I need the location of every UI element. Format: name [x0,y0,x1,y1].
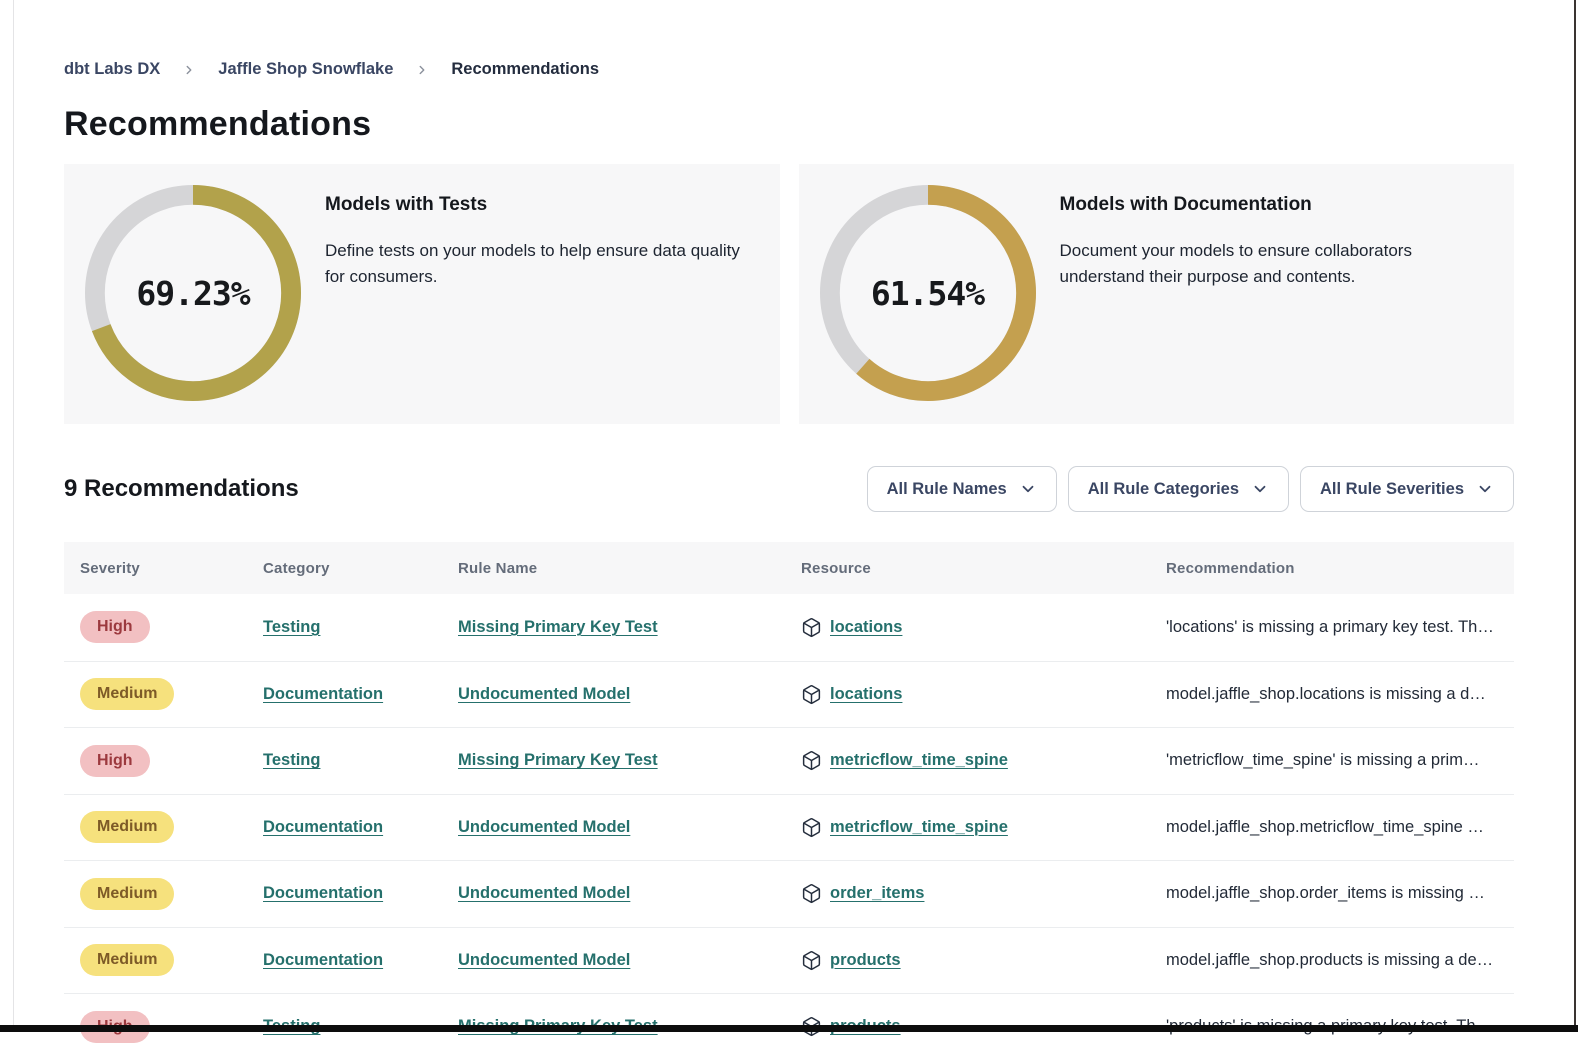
model-cube-icon [801,750,822,771]
filter-buttons: All Rule Names All Rule Categories All R… [867,466,1514,512]
filter-dropdown[interactable]: All Rule Categories [1068,466,1289,512]
category-link[interactable]: Documentation [263,818,383,836]
resource-link[interactable]: metricflow_time_spine [830,818,1008,837]
severity-badge: High [80,611,150,643]
model-cube-icon [801,950,822,971]
recommendations-table: Severity Category Rule Name Resource Rec… [64,542,1514,1060]
severity-badge: Medium [80,678,174,710]
severity-badge: High [80,745,150,777]
rule-name-link[interactable]: Missing Primary Key Test [458,618,658,636]
category-link[interactable]: Testing [263,618,320,636]
breadcrumb-item-project[interactable]: Jaffle Shop Snowflake [218,60,393,79]
chevron-down-icon [1019,480,1037,498]
rule-name-link[interactable]: Undocumented Model [458,884,630,902]
chevron-down-icon [1251,480,1269,498]
card-description: Define tests on your models to help ensu… [325,238,756,291]
table-header-row: Severity Category Rule Name Resource Rec… [64,542,1514,594]
model-cube-icon [801,617,822,638]
resource-link[interactable]: products [830,951,901,970]
column-header-category: Category [247,560,442,577]
chevron-down-icon [1476,480,1494,498]
rule-name-link[interactable]: Missing Primary Key Test [458,751,658,769]
chevron-right-icon [182,63,196,77]
card-description: Document your models to ensure collabora… [1060,238,1491,291]
filter-label: All Rule Categories [1088,480,1239,499]
resource-link[interactable]: locations [830,618,902,637]
filter-dropdown[interactable]: All Rule Names [867,466,1057,512]
table-row: High Testing Missing Primary Key Test lo… [64,594,1514,661]
category-link[interactable]: Documentation [263,685,383,703]
models-with-documentation-card: 61.54% Models with Documentation Documen… [799,164,1515,424]
documentation-percent-value: 61.54% [819,184,1037,402]
tests-percent-value: 69.23% [84,184,302,402]
card-title: Models with Tests [325,194,756,216]
table-row: Medium Documentation Undocumented Model … [64,794,1514,861]
category-link[interactable]: Documentation [263,884,383,902]
table-row: High Testing Missing Primary Key Test me… [64,727,1514,794]
recommendation-text: model.jaffle_shop.products is missing a … [1150,951,1514,970]
severity-badge: Medium [80,944,174,976]
table-row: Medium Documentation Undocumented Model … [64,661,1514,728]
category-link[interactable]: Documentation [263,951,383,969]
recommendation-text: 'metricflow_time_spine' is missing a pri… [1150,751,1514,770]
breadcrumb-item-current: Recommendations [451,60,599,79]
recommendation-text: model.jaffle_shop.order_items is missing… [1150,884,1514,903]
severity-badge: Medium [80,811,174,843]
window-right-border [1574,0,1576,1032]
main-content: dbt Labs DX Jaffle Shop Snowflake Recomm… [64,0,1514,1060]
filter-dropdown[interactable]: All Rule Severities [1300,466,1514,512]
rule-name-link[interactable]: Undocumented Model [458,818,630,836]
recommendation-text: model.jaffle_shop.metricflow_time_spine … [1150,818,1514,837]
model-cube-icon [801,684,822,705]
tests-donut-chart: 69.23% [84,184,302,402]
chevron-right-icon [415,63,429,77]
filter-label: All Rule Severities [1320,480,1464,499]
card-title: Models with Documentation [1060,194,1491,216]
rule-name-link[interactable]: Undocumented Model [458,951,630,969]
column-header-rule-name: Rule Name [442,560,785,577]
window-bottom-edge [0,1025,1578,1032]
resource-link[interactable]: locations [830,685,902,704]
resource-link[interactable]: order_items [830,884,924,903]
documentation-donut-chart: 61.54% [819,184,1037,402]
table-row: Medium Documentation Undocumented Model … [64,860,1514,927]
column-header-recommendation: Recommendation [1150,560,1514,577]
resource-link[interactable]: metricflow_time_spine [830,751,1008,770]
model-cube-icon [801,883,822,904]
recommendations-count: 9 Recommendations [64,475,299,503]
column-header-resource: Resource [785,560,1150,577]
models-with-tests-card: 69.23% Models with Tests Define tests on… [64,164,780,424]
recommendation-text: model.jaffle_shop.locations is missing a… [1150,685,1514,704]
category-link[interactable]: Testing [263,751,320,769]
page-title: Recommendations [64,105,1514,144]
rule-name-link[interactable]: Undocumented Model [458,685,630,703]
column-header-severity: Severity [64,560,247,577]
metric-cards: 69.23% Models with Tests Define tests on… [64,164,1514,424]
severity-badge: Medium [80,878,174,910]
breadcrumb-item-account[interactable]: dbt Labs DX [64,60,160,79]
filter-label: All Rule Names [887,480,1007,499]
window-left-border [13,0,14,1032]
breadcrumb: dbt Labs DX Jaffle Shop Snowflake Recomm… [64,60,1514,79]
table-row: Medium Documentation Undocumented Model … [64,927,1514,994]
recommendation-text: 'locations' is missing a primary key tes… [1150,618,1514,637]
model-cube-icon [801,817,822,838]
